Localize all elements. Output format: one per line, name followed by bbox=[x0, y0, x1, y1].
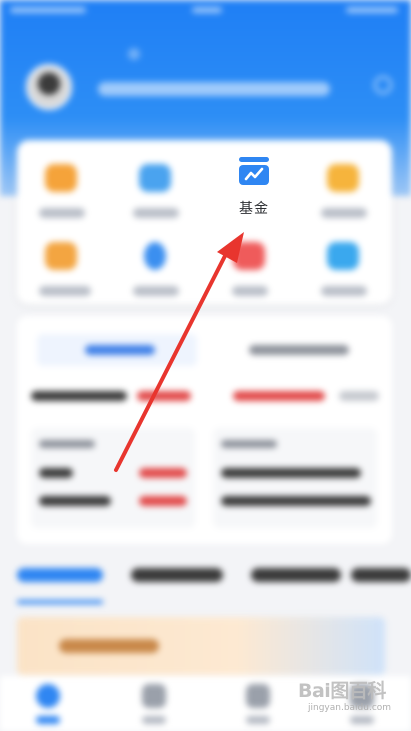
tab-left[interactable] bbox=[37, 334, 197, 366]
avatar[interactable] bbox=[26, 64, 72, 110]
shortcut-item[interactable] bbox=[33, 228, 93, 298]
shortcut-item[interactable] bbox=[315, 228, 375, 298]
fund-label: 基金 bbox=[239, 201, 269, 217]
nav-icon[interactable] bbox=[246, 684, 270, 708]
shortcut-item[interactable] bbox=[33, 150, 93, 220]
shortcut-item[interactable] bbox=[315, 150, 375, 220]
blurred-background bbox=[0, 0, 411, 731]
content-tab[interactable] bbox=[131, 568, 223, 582]
nav-home-icon[interactable] bbox=[36, 684, 60, 708]
header-welcome-text bbox=[98, 82, 330, 96]
fund-chart-icon bbox=[239, 157, 269, 185]
promo-banner[interactable] bbox=[17, 617, 385, 675]
status-bar bbox=[0, 0, 411, 22]
shortcut-item[interactable] bbox=[127, 228, 187, 298]
content-tabs bbox=[17, 566, 411, 590]
active-tab-indicator bbox=[17, 600, 103, 604]
shortcut-item[interactable] bbox=[127, 150, 187, 220]
watermark-logo: Bai图百科 bbox=[298, 680, 386, 702]
content-tab[interactable] bbox=[351, 568, 411, 582]
market-panel bbox=[17, 316, 392, 544]
watermark-url: jingyan.baidu.com bbox=[308, 703, 392, 713]
nav-icon[interactable] bbox=[142, 684, 166, 708]
fund-shortcut[interactable]: 基金 bbox=[224, 150, 284, 222]
shortcut-item[interactable] bbox=[221, 228, 281, 298]
shortcut-grid-card bbox=[17, 140, 392, 304]
search-icon[interactable] bbox=[374, 76, 392, 94]
content-tab[interactable] bbox=[17, 568, 103, 582]
content-tab[interactable] bbox=[251, 568, 341, 582]
baidu-watermark: Bai图百科 jingyan.baidu.com bbox=[296, 674, 406, 724]
